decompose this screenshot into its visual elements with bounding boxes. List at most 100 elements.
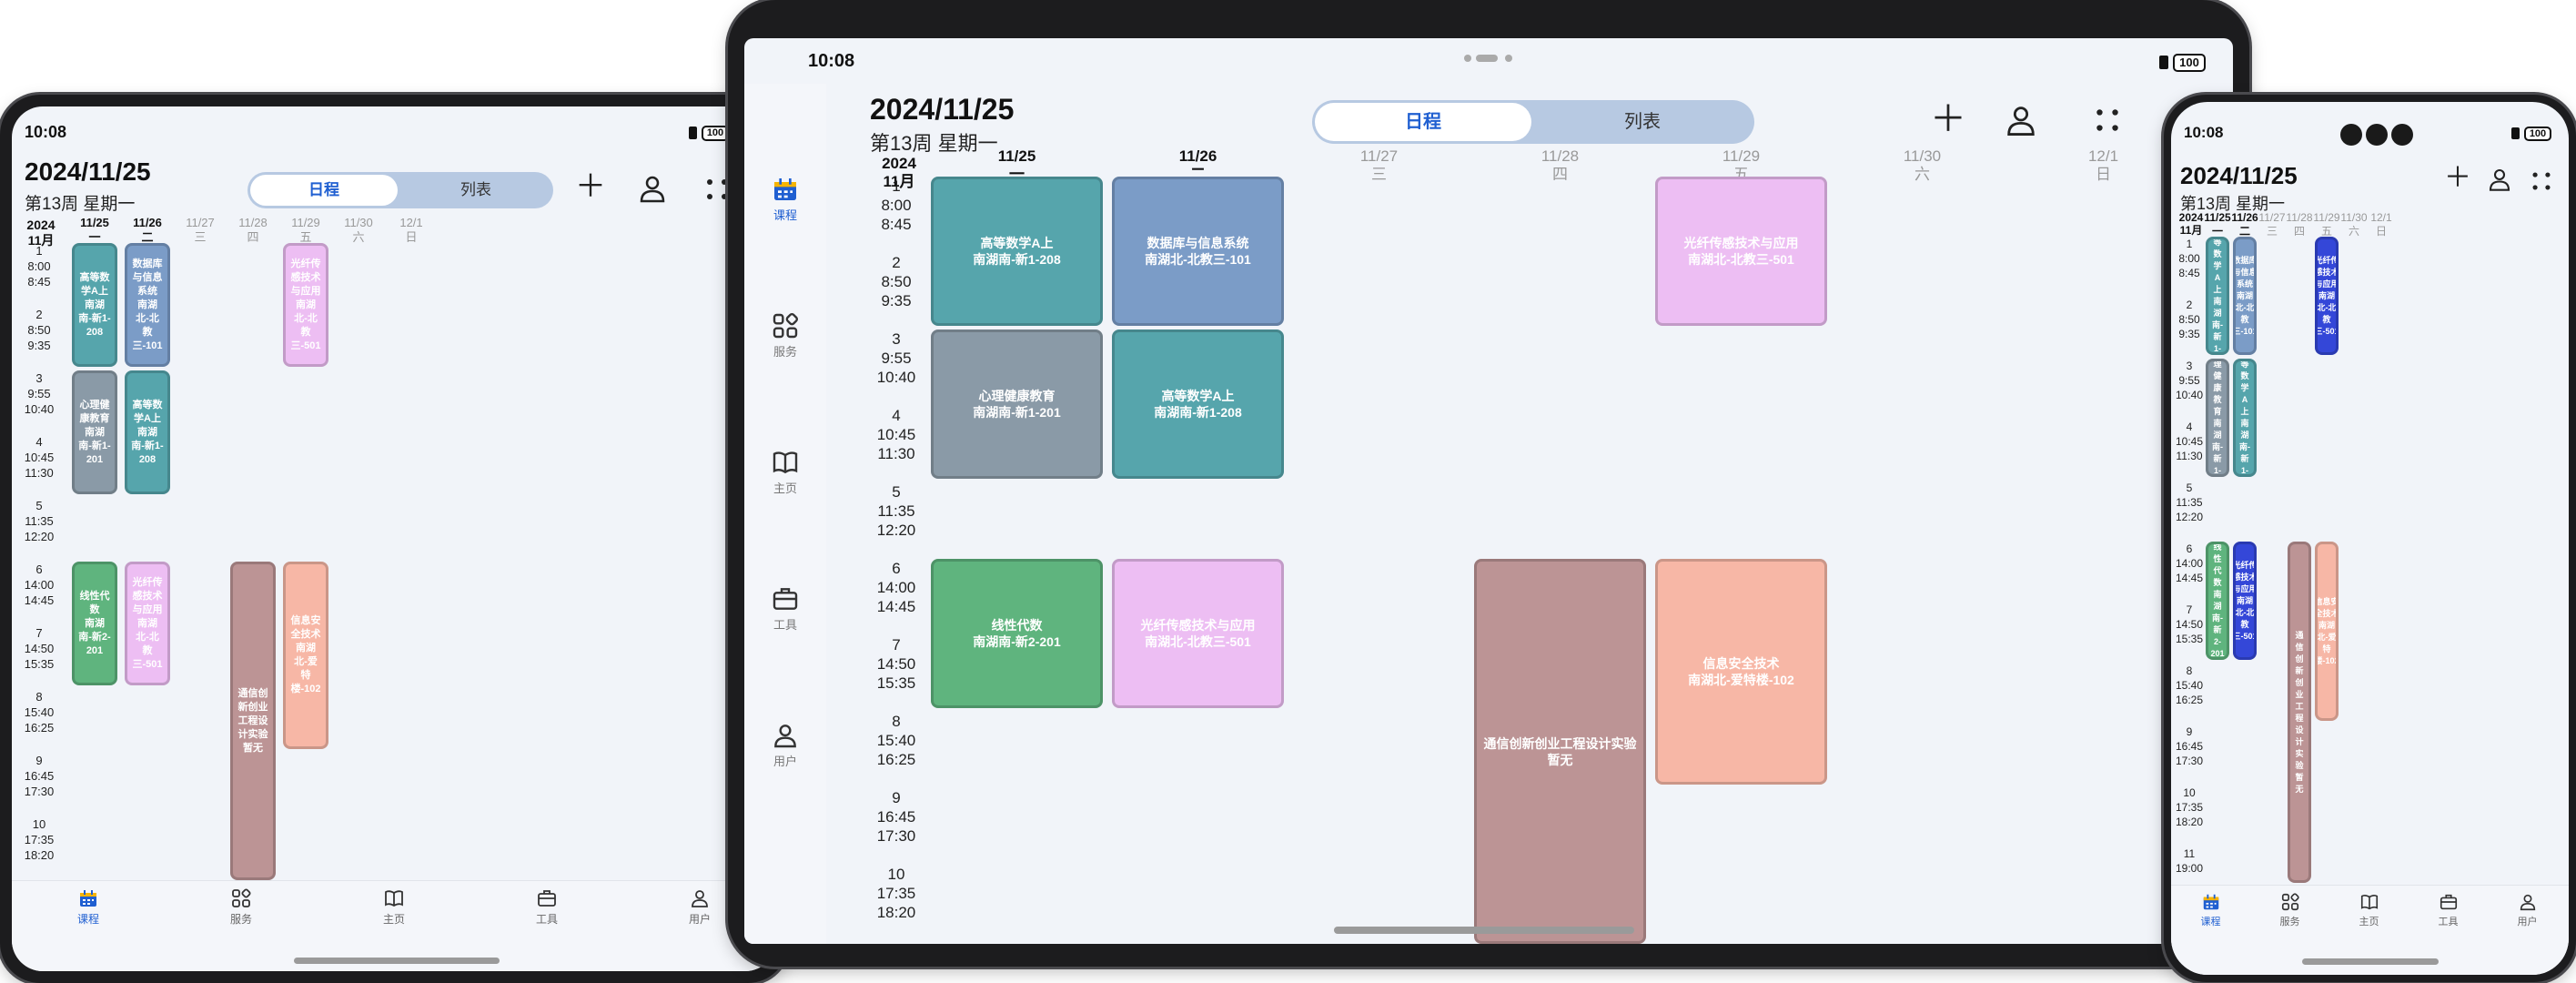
course-cell[interactable]: 高等数学A上南湖南-新1-208: [931, 177, 1103, 326]
day-weekday: 三: [194, 230, 207, 244]
course-name: 通信创新创业工程设计实验: [237, 687, 268, 740]
period-end: 9:35: [27, 339, 51, 352]
course-cell[interactable]: 高等数学A上南湖南-新1-208: [72, 243, 117, 367]
day-header[interactable]: 11/27 三: [1288, 147, 1470, 184]
period-n: 8: [35, 690, 43, 704]
user-icon[interactable]: [2486, 166, 2513, 193]
course-cell[interactable]: 数据库与信息系统 南湖北-北教三-101: [2233, 237, 2257, 355]
course-cell[interactable]: 线性代数 南湖南-新2-201: [2206, 542, 2229, 660]
course-name: 光纤传感技术与应用: [1140, 618, 1256, 633]
day-header[interactable]: 11/28 四: [227, 216, 279, 245]
course-cell[interactable]: 心理健康教育南湖南-新1-201: [72, 370, 117, 494]
course-name: 通信创新创业工程设计实验: [2295, 630, 2304, 770]
day-header[interactable]: 11/28 四: [2286, 211, 2313, 238]
course-text: 心理健康教育南湖南-新1-201: [2210, 361, 2224, 474]
tab-tools[interactable]: 工具: [2409, 892, 2488, 928]
tab-schedule[interactable]: 日程: [250, 175, 398, 206]
day-header[interactable]: 12/1 日: [2368, 211, 2395, 238]
course-cell[interactable]: 心理健康教育南湖南-新1-201: [931, 329, 1103, 479]
course-cell[interactable]: 高等数学A上南湖南-新1-208: [125, 370, 170, 494]
day-header[interactable]: 11/25 一: [68, 216, 121, 245]
period-end: 11:30: [25, 466, 54, 480]
day-header[interactable]: 12/1 日: [385, 216, 438, 245]
battery-indicator: 100: [2173, 54, 2206, 72]
course-cell[interactable]: 光纤传感技术与应用 南湖北-北教三-501: [1655, 177, 1827, 326]
course-cell[interactable]: 光纤传感技术与应用 南湖北-北教三-501: [2315, 237, 2339, 355]
period-n: 1: [35, 244, 43, 258]
tab-home[interactable]: 主页: [744, 448, 826, 496]
tab-user[interactable]: 用户: [2488, 892, 2567, 928]
add-icon[interactable]: ＋: [1927, 98, 1969, 140]
course-cell[interactable]: 通信创新创业工程设计实验 暂无: [1474, 559, 1646, 944]
tab-label: 课程: [76, 913, 99, 926]
tab-service[interactable]: 服务: [744, 311, 826, 360]
course-cell[interactable]: 高等数学A上南湖南-新1-208: [2206, 237, 2229, 355]
tab-home[interactable]: 主页: [318, 887, 470, 927]
course-cell[interactable]: 心理健康教育南湖南-新1-201: [2206, 359, 2229, 477]
day-header[interactable]: 11/30 六: [1832, 147, 2013, 184]
course-cell[interactable]: 光纤传感技术与应用 南湖北-北教三-501: [283, 243, 328, 367]
period-n: 3: [2186, 360, 2193, 372]
tab-label: 用户: [2517, 917, 2538, 927]
course-cell[interactable]: 信息安全技术 南湖北-爱特楼-102: [1655, 559, 1827, 785]
course-cell[interactable]: 线性代数 南湖南-新2-201: [72, 562, 117, 685]
tab-user[interactable]: 用户: [744, 721, 826, 769]
course-name: 光纤传感技术与应用: [2315, 255, 2339, 289]
tab-list[interactable]: 列表: [1534, 100, 1751, 144]
more-grid-icon[interactable]: [703, 176, 731, 203]
tab-tools[interactable]: 工具: [744, 584, 826, 633]
day-header[interactable]: 11/27 三: [174, 216, 227, 245]
tab-course[interactable]: 课程: [2171, 892, 2250, 928]
course-cell[interactable]: 光纤传感技术与应用 南湖北-北教三-501: [125, 562, 170, 685]
day-header[interactable]: 11/30 六: [2340, 211, 2368, 238]
course-cell[interactable]: 信息安全技术 南湖北-爱特楼-102: [2315, 542, 2339, 721]
add-icon[interactable]: ＋: [572, 168, 609, 205]
day-header[interactable]: 11/26 二: [2231, 211, 2258, 238]
period-end: 12:20: [2175, 511, 2204, 523]
course-cell[interactable]: 通信创新创业工程设计实验 暂无: [2288, 542, 2311, 883]
course-cell[interactable]: 数据库与信息系统 南湖北-北教三-101: [125, 243, 170, 367]
course-cell[interactable]: 高等数学A上南湖南-新1-208: [1112, 329, 1284, 479]
period-label: 3 9:55 10:40: [2173, 359, 2206, 402]
day-header[interactable]: 11/27 三: [2258, 211, 2286, 238]
course-cell[interactable]: 高等数学A上南湖南-新1-208: [2233, 359, 2257, 477]
tab-schedule[interactable]: 日程: [1315, 103, 1531, 141]
period-start: 14:00: [2175, 557, 2204, 570]
day-header[interactable]: 11/29 五: [279, 216, 332, 245]
course-cell[interactable]: 信息安全技术 南湖北-爱特楼-102: [283, 562, 328, 749]
tab-service[interactable]: 服务: [2250, 892, 2329, 928]
period-n: 11: [2183, 847, 2196, 860]
period-end: 9:35: [2178, 328, 2200, 340]
tab-service[interactable]: 服务: [165, 887, 318, 927]
add-icon[interactable]: ＋: [2441, 162, 2474, 195]
more-grid-icon[interactable]: [2530, 169, 2553, 193]
course-cell[interactable]: 光纤传感技术与应用 南湖北-北教三-501: [1112, 559, 1284, 708]
tab-tools[interactable]: 工具: [470, 887, 623, 927]
period-end: 12:20: [876, 522, 916, 539]
more-grid-icon[interactable]: [2093, 106, 2122, 135]
day-header[interactable]: 11/25 一: [2204, 211, 2231, 238]
day-header[interactable]: 11/26 二: [121, 216, 174, 245]
day-date: 11/30: [1903, 147, 1942, 165]
tab-list[interactable]: 列表: [402, 172, 550, 208]
course-cell[interactable]: 通信创新创业工程设计实验 暂无: [230, 562, 276, 880]
day-header[interactable]: 11/29 五: [2313, 211, 2340, 238]
tab-course[interactable]: 课程: [744, 175, 826, 223]
course-name: 线性代数: [991, 618, 1043, 633]
course-cell[interactable]: 光纤传感技术与应用 南湖北-北教三-501: [2233, 542, 2257, 660]
user-icon[interactable]: [2003, 102, 2039, 138]
tab-course[interactable]: 课程: [12, 887, 165, 927]
sim-icon: [689, 127, 697, 139]
multitask-handle[interactable]: [1463, 51, 1514, 62]
period-label: 9 16:45 17:30: [2173, 725, 2206, 768]
day-date: 11/30: [344, 216, 373, 229]
day-header[interactable]: 11/28 四: [1470, 147, 1651, 184]
day-weekday: 四: [247, 230, 259, 244]
tab-label: 服务: [773, 345, 797, 359]
day-header[interactable]: 11/30 六: [332, 216, 385, 245]
period-label: 10 17:35 18:20: [17, 816, 61, 863]
course-cell[interactable]: 线性代数 南湖南-新2-201: [931, 559, 1103, 708]
tab-home[interactable]: 主页: [2329, 892, 2409, 928]
course-cell[interactable]: 数据库与信息系统 南湖北-北教三-101: [1112, 177, 1284, 326]
user-icon[interactable]: [636, 172, 669, 205]
